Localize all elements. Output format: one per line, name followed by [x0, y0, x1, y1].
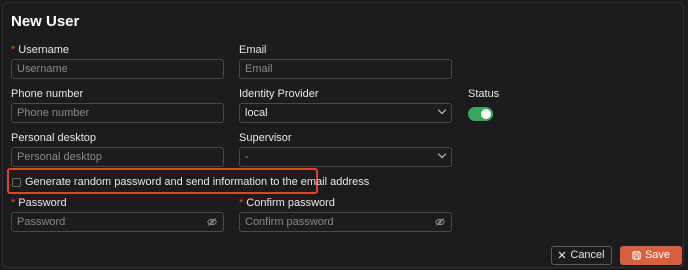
password-input[interactable]: Password: [11, 212, 224, 232]
phone-label: Phone number: [11, 88, 84, 100]
dialog-title: New User: [11, 13, 80, 30]
required-marker: *: [11, 44, 16, 56]
status-toggle[interactable]: [468, 107, 493, 121]
required-marker: *: [11, 197, 16, 209]
password-label-text: Password: [18, 197, 67, 209]
personal-desktop-label: Personal desktop: [11, 132, 96, 144]
eye-off-icon[interactable]: [207, 217, 217, 227]
identity-provider-label: Identity Provider: [239, 88, 319, 100]
email-label: Email: [239, 44, 267, 56]
save-button[interactable]: Save: [620, 246, 682, 265]
personal-desktop-input[interactable]: Personal desktop: [11, 147, 224, 167]
email-placeholder: Email: [245, 63, 273, 75]
identity-provider-select[interactable]: local: [239, 103, 452, 123]
close-icon: [558, 251, 566, 259]
confirm-password-input[interactable]: Confirm password: [239, 212, 452, 232]
username-input[interactable]: Username: [11, 59, 224, 79]
toggle-knob: [481, 109, 491, 119]
username-label: * Username: [11, 44, 69, 56]
chevron-down-icon: [437, 105, 447, 115]
save-button-label: Save: [644, 249, 671, 261]
confirm-password-label-text: Confirm password: [246, 197, 335, 209]
username-label-text: Username: [18, 44, 70, 56]
new-user-dialog: New User * Username Username Email Email …: [2, 2, 684, 268]
required-marker: *: [239, 197, 244, 209]
confirm-password-placeholder: Confirm password: [245, 216, 334, 228]
supervisor-label: Supervisor: [239, 132, 292, 144]
password-label: * Password: [11, 197, 67, 209]
identity-provider-value: local: [245, 107, 268, 119]
personal-desktop-placeholder: Personal desktop: [17, 151, 102, 163]
save-icon: [632, 250, 641, 260]
status-label: Status: [468, 88, 500, 100]
supervisor-value: -: [245, 151, 249, 163]
email-input[interactable]: Email: [239, 59, 452, 79]
cancel-button[interactable]: Cancel: [551, 246, 612, 265]
supervisor-select[interactable]: -: [239, 147, 452, 167]
chevron-down-icon: [437, 149, 447, 159]
generate-password-label[interactable]: Generate random password and send inform…: [25, 176, 369, 188]
username-placeholder: Username: [17, 63, 68, 75]
phone-input[interactable]: Phone number: [11, 103, 224, 123]
password-placeholder: Password: [17, 216, 66, 228]
confirm-password-label: * Confirm password: [239, 197, 335, 209]
cancel-button-label: Cancel: [570, 249, 605, 261]
eye-off-icon[interactable]: [435, 217, 445, 227]
phone-placeholder: Phone number: [17, 107, 90, 119]
generate-password-checkbox[interactable]: [12, 178, 21, 187]
